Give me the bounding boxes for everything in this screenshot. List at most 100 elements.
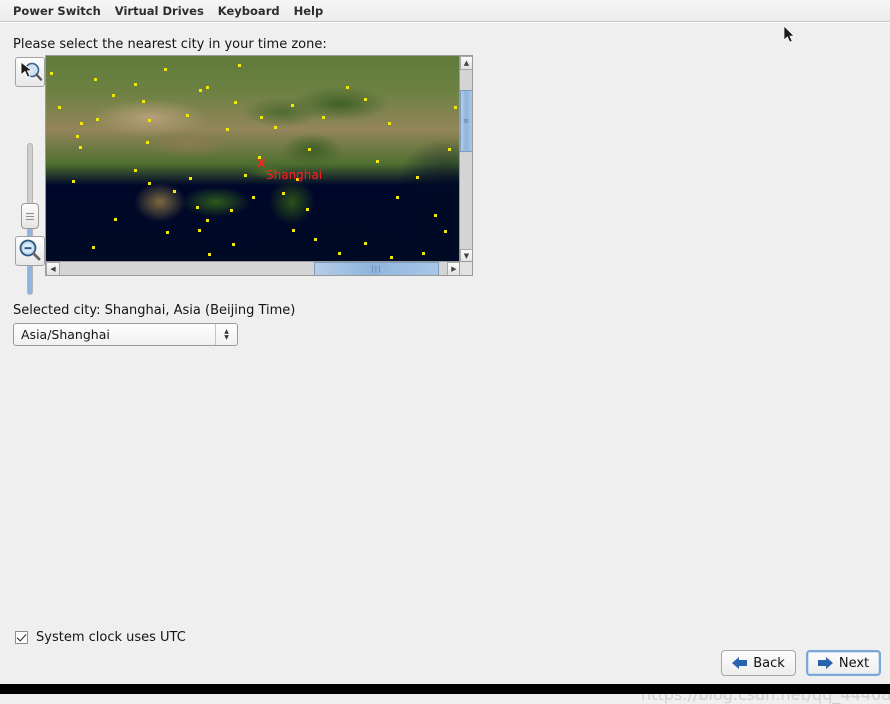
map-city-dot	[142, 100, 145, 103]
map-city-dot	[96, 118, 99, 121]
map-city-dot	[94, 78, 97, 81]
timezone-select-value: Asia/Shanghai	[21, 327, 110, 342]
map-city-dot	[79, 146, 82, 149]
zoom-in-button[interactable]	[15, 57, 45, 87]
back-button-label: Back	[753, 655, 785, 671]
map-city-dot	[252, 196, 255, 199]
map-frame: X Shanghai ▲ ≡ ▼ ◀ ||| ▶	[45, 55, 473, 276]
map-city-dot	[230, 209, 233, 212]
map-city-dot	[146, 141, 149, 144]
map-city-dot	[148, 119, 151, 122]
map-zoom-controls	[13, 55, 45, 295]
prompt-label: Please select the nearest city in your t…	[13, 37, 327, 52]
horizontal-scroll-thumb[interactable]: |||	[314, 262, 439, 275]
vertical-scroll-thumb[interactable]: ≡	[460, 90, 472, 152]
mouse-cursor	[784, 26, 795, 43]
map-city-dot	[189, 177, 192, 180]
map-city-dot	[208, 253, 211, 256]
map-city-dot	[166, 231, 169, 234]
menu-bar: Power Switch Virtual Drives Keyboard Hel…	[0, 0, 890, 22]
back-button[interactable]: Back	[721, 650, 796, 676]
map-city-dot	[173, 190, 176, 193]
map-viewport[interactable]: X Shanghai	[46, 56, 461, 263]
zoom-in-icon	[20, 61, 43, 81]
map-city-dot	[448, 148, 451, 151]
utc-checkbox-label: System clock uses UTC	[36, 630, 186, 645]
menu-item-virtual-drives[interactable]: Virtual Drives	[108, 2, 211, 20]
map-city-dot	[80, 122, 83, 125]
map-city-dot	[376, 160, 379, 163]
map-city-dot	[396, 196, 399, 199]
utc-checkbox[interactable]	[15, 631, 28, 644]
arrow-right-icon	[817, 657, 833, 669]
map-city-dot	[196, 206, 199, 209]
menu-item-help[interactable]: Help	[287, 2, 331, 20]
zoom-out-button[interactable]	[15, 236, 45, 266]
map-city-dot	[134, 169, 137, 172]
timezone-select[interactable]: Asia/Shanghai ▲ ▼	[13, 323, 238, 346]
zoom-out-icon	[19, 239, 41, 261]
map-city-dot	[186, 114, 189, 117]
map-city-dot	[199, 89, 202, 92]
map-city-dot	[164, 68, 167, 71]
map-city-dot	[434, 214, 437, 217]
selected-city-map-label: Shanghai	[266, 168, 323, 182]
map-vertical-scrollbar[interactable]: ▲ ≡ ▼	[459, 56, 472, 263]
map-ocean-shading	[46, 56, 461, 263]
next-button[interactable]: Next	[806, 650, 881, 676]
map-city-dot	[346, 86, 349, 89]
map-city-dot	[390, 256, 393, 259]
bottom-black-bar	[0, 684, 890, 694]
app-window: Power Switch Virtual Drives Keyboard Hel…	[0, 0, 890, 704]
map-city-dot	[292, 229, 295, 232]
map-city-dot	[291, 104, 294, 107]
scroll-up-button[interactable]: ▲	[460, 56, 472, 70]
map-city-dot	[206, 86, 209, 89]
map-city-dot	[198, 229, 201, 232]
map-city-dot	[454, 106, 457, 109]
map-city-dot	[134, 83, 137, 86]
map-city-dot	[314, 238, 317, 241]
selected-city-marker: X	[257, 157, 266, 170]
map-city-dot	[226, 128, 229, 131]
map-city-dot	[422, 252, 425, 255]
map-city-dot	[112, 94, 115, 97]
menu-item-keyboard[interactable]: Keyboard	[211, 2, 287, 20]
chevron-down-glyph: ▼	[224, 334, 229, 341]
map-city-dot	[306, 208, 309, 211]
map-city-dot	[364, 242, 367, 245]
selected-city-label: Selected city: Shanghai, Asia (Beijing T…	[13, 303, 296, 318]
map-city-dot	[206, 219, 209, 222]
chevron-updown-icon[interactable]: ▲ ▼	[215, 324, 237, 345]
zoom-slider-handle[interactable]	[21, 203, 39, 229]
installer-panel: Please select the nearest city in your t…	[0, 22, 890, 704]
map-city-dot	[308, 148, 311, 151]
map-city-dot	[238, 64, 241, 67]
map-city-dot	[148, 182, 151, 185]
utc-checkbox-row[interactable]: System clock uses UTC	[15, 630, 186, 645]
map-city-dot	[234, 101, 237, 104]
map-horizontal-scrollbar[interactable]: ◀ ||| ▶	[46, 261, 461, 275]
map-city-dot	[274, 126, 277, 129]
map-city-dot	[58, 106, 61, 109]
map-city-dot	[388, 122, 391, 125]
map-city-dot	[338, 252, 341, 255]
map-city-dot	[416, 176, 419, 179]
menu-item-power-switch[interactable]: Power Switch	[6, 2, 108, 20]
map-city-dot	[232, 243, 235, 246]
map-city-dot	[364, 98, 367, 101]
map-city-dot	[114, 218, 117, 221]
map-city-dot	[72, 180, 75, 183]
map-city-dot	[50, 72, 53, 75]
map-city-dot	[260, 116, 263, 119]
timezone-map-widget: X Shanghai ▲ ≡ ▼ ◀ ||| ▶	[13, 55, 473, 295]
scroll-left-button[interactable]: ◀	[46, 262, 60, 275]
map-city-dot	[444, 230, 447, 233]
map-city-dot	[92, 246, 95, 249]
map-city-dot	[322, 116, 325, 119]
map-city-dot	[244, 174, 247, 177]
arrow-left-icon	[732, 657, 748, 669]
next-button-label: Next	[838, 655, 870, 671]
map-city-dot	[282, 192, 285, 195]
scrollbar-corner	[459, 261, 472, 275]
